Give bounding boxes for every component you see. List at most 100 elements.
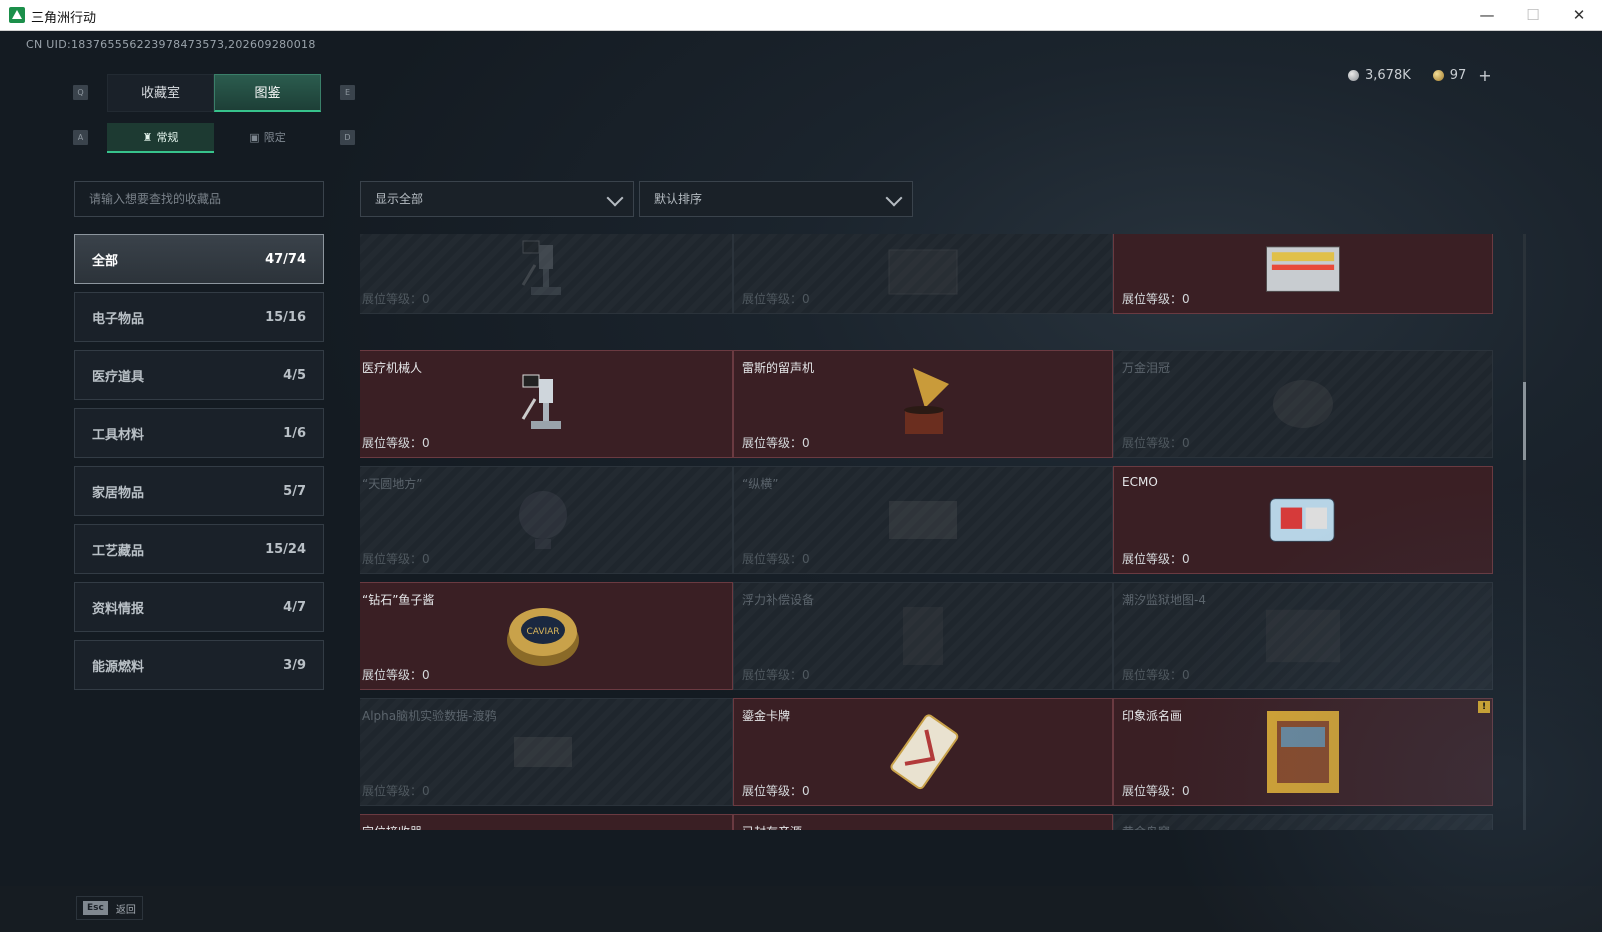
caviar-icon: CAVIAR — [503, 596, 583, 676]
item-name: 黄金鸟窝 — [1122, 823, 1170, 830]
crown-icon — [1263, 364, 1343, 444]
category-count: 5/7 — [283, 483, 306, 499]
silver-coin-icon — [1348, 70, 1359, 81]
item-name: 万金泪冠 — [1122, 361, 1171, 375]
item-card[interactable]: 定位接收器展位等级：0 — [360, 814, 733, 830]
item-card[interactable]: “纵横” 展位等级：0 — [733, 466, 1113, 574]
category-list: 全部 47/74 电子物品 15/16 医疗道具 4/5 工具材料 1/6 家居物品 5/… — [74, 234, 324, 698]
gold-amount: 97 — [1449, 68, 1467, 83]
esc-key-hint: Esc — [83, 901, 108, 915]
category-crafts[interactable]: 工艺藏品 15/24 — [74, 524, 324, 574]
maximize-button[interactable]: ☐ — [1510, 0, 1556, 31]
category-label: 资料情报 — [92, 601, 145, 617]
item-card[interactable]: Alpha脑机实验数据-渡鸦 展位等级：0 — [360, 698, 733, 806]
item-card[interactable]: 雷斯的留声机 展位等级：0 — [733, 350, 1113, 458]
vest-icon — [883, 596, 963, 676]
nest-icon — [1263, 828, 1343, 830]
item-name: “钻石”鱼子酱 — [362, 593, 435, 607]
item-card[interactable]: ECMO 展位等级：0 — [1113, 466, 1493, 574]
category-count: 1/6 — [283, 425, 306, 441]
item-name: 浮力补偿设备 — [742, 593, 815, 607]
booth-level-label: 展位等级：0 — [1122, 552, 1190, 566]
tab-catalog[interactable]: 图鉴 — [214, 74, 321, 112]
warning-icon: ! — [1478, 701, 1490, 713]
receiver-icon — [503, 828, 583, 830]
category-intel[interactable]: 资料情报 4/7 — [74, 582, 324, 632]
search-input[interactable] — [74, 181, 324, 217]
box-icon — [883, 234, 963, 310]
item-card[interactable]: 已封存音源展位等级：0 — [733, 814, 1113, 830]
booth-level-label: 展位等级：0 — [1122, 668, 1190, 682]
item-card[interactable]: “钻石”鱼子酱 CAVIAR 展位等级：0 — [360, 582, 733, 690]
uid-label: CN UID:1837655562239784735​73,2026092800… — [26, 38, 316, 51]
item-name: 印象派名画 — [1122, 709, 1183, 723]
item-card[interactable]: 展位等级：0 — [1113, 234, 1493, 314]
main-tabs: 收藏室 图鉴 — [107, 74, 321, 112]
sort-dropdown[interactable]: 默认排序 — [639, 181, 913, 217]
item-card[interactable]: 鎏金卡牌 展位等级：0 — [733, 698, 1113, 806]
subtab-limited-label: 限定 — [263, 131, 286, 144]
grid-scrollbar[interactable] — [1523, 234, 1526, 830]
ecmo-icon — [1263, 480, 1343, 560]
limited-icon: ▣ — [249, 131, 260, 144]
category-label: 工艺藏品 — [92, 543, 145, 559]
category-all[interactable]: 全部 47/74 — [74, 234, 324, 284]
item-card[interactable]: “天圆地方” 展位等级：0 — [360, 466, 733, 574]
game-screen: CN UID:1837655562239784735​73,2026092800… — [0, 31, 1602, 932]
painting-icon — [1263, 711, 1343, 793]
item-card[interactable]: 展位等级：0 — [360, 234, 733, 314]
window-title: 三角洲行动 — [31, 11, 97, 26]
category-count: 4/5 — [283, 367, 306, 383]
booth-level-label: 展位等级：0 — [1122, 436, 1190, 450]
scrollbar-thumb[interactable] — [1523, 382, 1526, 460]
booth-level-label: 展位等级：0 — [362, 668, 430, 682]
close-button[interactable]: ✕ — [1556, 0, 1602, 31]
item-card[interactable]: 万金泪冠展位等级：0 — [1113, 350, 1493, 458]
item-name: 定位接收器 — [362, 823, 422, 830]
drive-icon — [503, 712, 583, 792]
regular-icon: ♜ — [142, 131, 153, 144]
gramophone-icon — [883, 364, 963, 444]
category-count: 47/74 — [265, 251, 306, 267]
tab-collection-room[interactable]: 收藏室 — [107, 74, 214, 112]
back-button[interactable]: Esc 返回 — [76, 896, 143, 920]
booth-level-label: 展位等级：0 — [742, 552, 810, 566]
category-label: 家居物品 — [92, 485, 145, 501]
category-label: 全部 — [92, 253, 119, 269]
subtab-regular[interactable]: ♜ 常规 — [107, 123, 214, 153]
booth-level-label: 展位等级：0 — [742, 668, 810, 682]
item-card[interactable]: 黄金鸟窝0/2 — [1113, 814, 1493, 830]
item-card[interactable]: 印象派名画 展位等级：0! — [1113, 698, 1493, 806]
category-count: 15/16 — [265, 309, 306, 325]
booth-level-label: 展位等级：0 — [1122, 292, 1190, 306]
key-hint-d: D — [340, 130, 355, 145]
add-currency-button[interactable]: + — [1478, 66, 1491, 85]
item-card[interactable]: 展位等级：0 — [733, 234, 1113, 314]
item-card[interactable]: 医疗机械人 展位等级：0 — [360, 350, 733, 458]
silver-amount: 3,678K — [1365, 68, 1411, 83]
chevron-down-icon — [606, 189, 624, 207]
category-energy[interactable]: 能源燃料 3/9 — [74, 640, 324, 690]
gold-coin-icon — [1432, 70, 1444, 81]
chevron-down-icon — [885, 189, 903, 207]
minimize-button[interactable]: — — [1464, 0, 1510, 31]
card-icon — [883, 712, 963, 792]
category-electronics[interactable]: 电子物品 15/16 — [74, 292, 324, 342]
filter-dropdown[interactable]: 显示全部 — [360, 181, 634, 217]
item-name: “纵横” — [742, 477, 779, 491]
category-tools[interactable]: 工具材料 1/6 — [74, 408, 324, 458]
app-logo-icon — [9, 7, 25, 23]
subtab-limited[interactable]: ▣ 限定 — [214, 123, 321, 153]
key-hint-e: E — [340, 85, 355, 100]
category-count: 15/24 — [265, 541, 306, 557]
key-hint-q: Q — [73, 85, 88, 100]
category-label: 工具材料 — [92, 427, 145, 443]
booth-level-label: 展位等级：0 — [362, 292, 430, 306]
item-card[interactable]: 潮汐监狱地图-4 展位等级：0 — [1113, 582, 1493, 690]
category-household[interactable]: 家居物品 5/7 — [74, 466, 324, 516]
sort-dropdown-value: 默认排序 — [654, 192, 703, 206]
booth-level-label: 展位等级：0 — [742, 784, 810, 798]
category-medical[interactable]: 医疗道具 4/5 — [74, 350, 324, 400]
item-card[interactable]: 浮力补偿设备 展位等级：0 — [733, 582, 1113, 690]
category-label: 能源燃料 — [92, 659, 145, 675]
